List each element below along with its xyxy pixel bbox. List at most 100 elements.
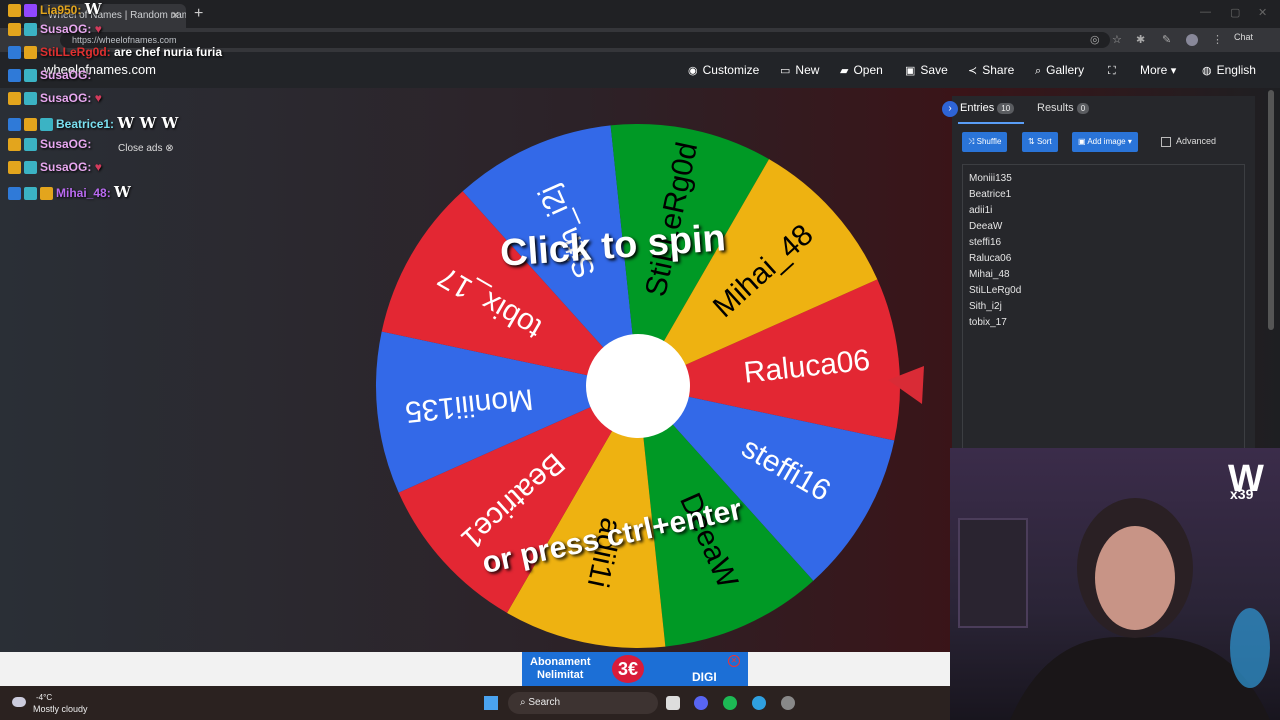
heart-emote-icon: ♥ <box>94 22 102 36</box>
button-label: Sort <box>1036 137 1052 146</box>
chat-line: SusaOG: ♥ <box>8 160 102 180</box>
close-ads-label: Close ads <box>118 143 163 154</box>
chat-user: StiLLeRg0d: <box>40 45 111 59</box>
edge-icon[interactable] <box>752 696 766 710</box>
chat-msg: W W W <box>117 114 179 132</box>
weather-icon <box>12 697 26 707</box>
avatar-badge-icon <box>24 187 37 201</box>
shuffle-icon: ⤨ <box>968 137 977 146</box>
chat-user: SusaOG: <box>40 137 92 151</box>
entries-count: 10 <box>997 103 1015 114</box>
button-label: Shuffle <box>976 137 1002 146</box>
chat-user: Beatrice1: <box>56 117 115 131</box>
ad-line2: Nelimitat <box>537 669 584 681</box>
tab-results[interactable]: Results 0 <box>1037 102 1090 114</box>
chat-line: SusaOG: <box>8 68 91 88</box>
crown-badge-icon <box>8 23 21 37</box>
chat-msg: are chef nuria furia <box>114 45 223 59</box>
chat-user: SusaOG: <box>40 91 92 105</box>
crown-badge-icon <box>8 138 21 152</box>
entry-line[interactable]: Raluca06 <box>969 253 1011 264</box>
wheel-center[interactable] <box>586 334 690 438</box>
entry-line[interactable]: DeeaW <box>969 221 1002 232</box>
weather-condition[interactable]: Mostly cloudy <box>33 704 88 714</box>
ad-close-icon[interactable]: ✕ <box>728 655 740 667</box>
button-label: Add image <box>1087 137 1126 146</box>
chat-user: Mihai_48: <box>56 186 111 200</box>
crown-badge-icon <box>8 92 21 106</box>
close-ads-link[interactable]: Close ads ⊗ <box>118 143 174 154</box>
chat-msg: W <box>84 0 102 18</box>
entry-line[interactable]: Beatrice1 <box>969 189 1011 200</box>
avatar-badge-icon <box>24 4 37 18</box>
mod-badge-icon <box>8 118 21 132</box>
chat-line: Mihai_48: W <box>8 183 131 203</box>
weather-temp[interactable]: -4°C <box>36 693 52 702</box>
chat-line: SusaOG: <box>8 137 91 157</box>
chat-line: SusaOG: ♥ <box>8 91 102 111</box>
w-multiplier: x39 <box>1230 486 1254 502</box>
spotify-icon[interactable] <box>723 696 737 710</box>
avatar-badge-icon <box>24 23 37 37</box>
avatar-badge-icon <box>40 118 53 132</box>
tab-label: Results <box>1037 102 1074 114</box>
mod-badge-icon <box>8 46 21 60</box>
tab-entries[interactable]: Entries 10 <box>960 102 1015 114</box>
avatar-badge-icon <box>24 69 37 83</box>
crown-badge-icon <box>24 46 37 60</box>
add-image-button[interactable]: ▣ Add image ▾ <box>1072 132 1138 152</box>
chat-user: SusaOG: <box>40 22 92 36</box>
entry-line[interactable]: Mihai_48 <box>969 269 1010 280</box>
taskbar <box>0 686 950 720</box>
page-scrollbar[interactable] <box>1268 90 1274 330</box>
taskbar-search[interactable]: ⌕ Search <box>508 692 658 714</box>
ad-price: 3€ <box>612 655 644 683</box>
chat-user: SusaOG: <box>40 68 92 82</box>
entry-line[interactable]: steffi16 <box>969 237 1001 248</box>
crown-badge-icon <box>40 187 53 201</box>
sort-button[interactable]: ⇅ Sort <box>1022 132 1058 152</box>
tab-label: Entries <box>960 102 995 114</box>
file-explorer-icon[interactable] <box>666 696 680 710</box>
entries-textarea[interactable] <box>962 164 1245 448</box>
chat-line: Beatrice1: W W W <box>8 114 178 134</box>
avatar-badge-icon <box>24 161 37 175</box>
active-tab-indicator <box>958 122 1024 124</box>
chevron-down-icon: ▾ <box>1127 137 1132 146</box>
crown-badge-icon <box>8 161 21 175</box>
windows-start-icon[interactable] <box>484 696 498 710</box>
search-label: Search <box>528 697 561 708</box>
chat-user: Lia950: <box>40 3 82 17</box>
avatar-badge-icon <box>24 92 37 106</box>
crown-badge-icon <box>24 118 37 132</box>
image-icon: ▣ <box>1078 137 1088 146</box>
obs-icon[interactable] <box>781 696 795 710</box>
collapse-arrow-icon[interactable]: › <box>942 101 958 117</box>
entry-line[interactable]: Sith_i2j <box>969 301 1002 312</box>
entry-line[interactable]: Moniii135 <box>969 173 1012 184</box>
entry-line[interactable]: adii1i <box>969 205 992 216</box>
advanced-label: Advanced <box>1176 136 1217 146</box>
entry-line[interactable]: StiLLeRg0d <box>969 285 1021 296</box>
crown-badge-icon <box>8 4 21 18</box>
ad-bar <box>0 652 950 686</box>
heart-emote-icon: ♥ <box>94 91 102 105</box>
ad-brand: DIGI <box>692 670 717 684</box>
avatar-badge-icon <box>24 138 37 152</box>
chat-line: StiLLeRg0d: are chef nuria furia <box>8 45 222 65</box>
chat-user: SusaOG: <box>40 160 92 174</box>
chat-msg: W <box>114 183 131 201</box>
entry-line[interactable]: tobix_17 <box>969 317 1007 328</box>
shuffle-button[interactable]: ⤨ Shuffle <box>962 132 1008 152</box>
close-icon: ⊗ <box>165 143 174 154</box>
chat-line: Lia950: W <box>8 0 102 20</box>
results-count: 0 <box>1076 103 1090 114</box>
discord-icon[interactable] <box>694 696 708 710</box>
heart-emote-icon: ♥ <box>94 160 102 174</box>
ad-line1: Abonament <box>530 656 591 668</box>
mod-badge-icon <box>8 187 21 201</box>
chat-line: SusaOG: ♥ <box>8 22 102 42</box>
advanced-checkbox[interactable] <box>1161 137 1171 147</box>
sort-icon: ⇅ <box>1028 137 1037 146</box>
mod-badge-icon <box>8 69 21 83</box>
